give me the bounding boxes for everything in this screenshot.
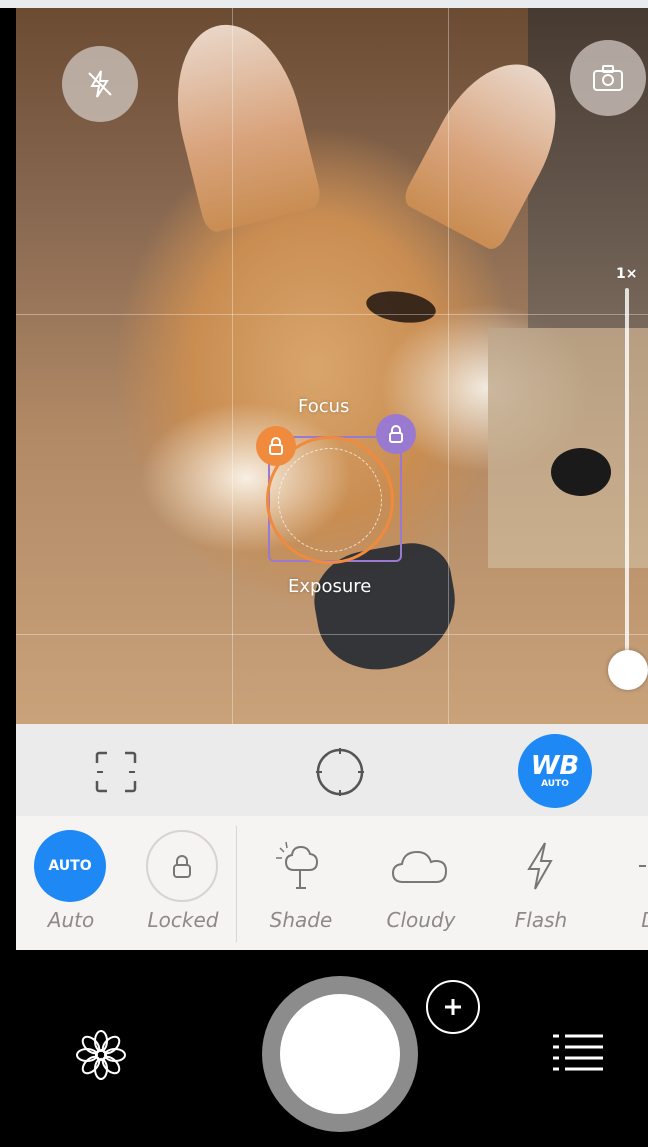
sun-icon [624,830,648,902]
focus-label: Focus [298,396,350,417]
dog-nose [551,448,611,496]
status-strip [0,0,648,8]
exposure-circle-icon [316,748,364,796]
settings-button[interactable] [66,1020,136,1090]
grid-line [448,8,449,724]
wb-preset-label: Shade [269,908,333,932]
wb-preset-shade[interactable]: Shade [246,830,356,940]
focus-mode-button[interactable] [88,744,144,800]
lock-icon [269,437,283,455]
menu-button[interactable] [546,1024,610,1080]
camera-switch-icon [593,65,623,91]
zoom-level-label: 1× [616,266,638,282]
grid-line [16,314,648,315]
grid-line [232,8,233,724]
wb-preset-locked[interactable]: Locked [128,830,238,940]
white-balance-mode-button[interactable]: WB AUTO [518,734,592,808]
wb-preset-auto[interactable]: AUTO Auto [16,830,126,940]
lock-icon [146,830,218,902]
wb-preset-cloudy[interactable]: Cloudy [366,830,476,940]
settings-flower-icon [76,1030,126,1080]
flash-bolt-icon [504,830,576,902]
zoom-slider-track[interactable] [625,288,629,668]
auto-badge: AUTO [34,830,106,902]
grid-line [16,634,648,635]
lock-icon [389,425,403,443]
white-balance-presets: AUTO Auto Locked Shade Cloudy Flash [16,816,648,950]
viewfinder[interactable]: 1× Focus Exposure [16,8,648,724]
wb-sublabel: AUTO [541,779,569,789]
zoom-slider-thumb[interactable] [608,650,648,690]
wb-preset-label: Auto [47,908,95,932]
wb-preset-label: Flash [514,908,568,932]
wb-preset-label: Day [606,908,648,932]
wb-preset-flash[interactable]: Flash [486,830,596,940]
shutter-button[interactable] [280,994,400,1114]
wb-preset-day[interactable]: Day [606,830,648,940]
camera-screen: 1× Focus Exposure WB AUTO AUTO Auto Lock… [0,0,648,1147]
focus-lock-button[interactable] [376,414,416,454]
dog-eye [364,287,438,327]
wb-preset-label: Locked [147,908,219,932]
mode-bar: WB AUTO [16,724,648,816]
flash-off-icon [88,70,112,98]
cloud-icon [384,830,456,902]
focus-frame-icon [95,751,137,793]
divider [236,826,237,942]
switch-camera-button[interactable] [570,40,646,116]
flash-toggle-button[interactable] [62,46,138,122]
auto-badge-text: AUTO [48,858,92,874]
exposure-label: Exposure [288,576,372,597]
background-floor [488,328,648,568]
menu-list-icon [553,1034,603,1071]
exposure-lock-button[interactable] [256,426,296,466]
exposure-reticle-inner [278,448,382,552]
dog-ear-left [158,11,324,235]
capture-bar [0,950,648,1147]
wb-preset-label: Cloudy [386,908,456,932]
wb-label: WB [530,751,580,781]
tree-shade-icon [264,830,336,902]
exposure-mode-button[interactable] [312,744,368,800]
plus-icon [445,999,461,1015]
add-button[interactable] [426,980,480,1034]
